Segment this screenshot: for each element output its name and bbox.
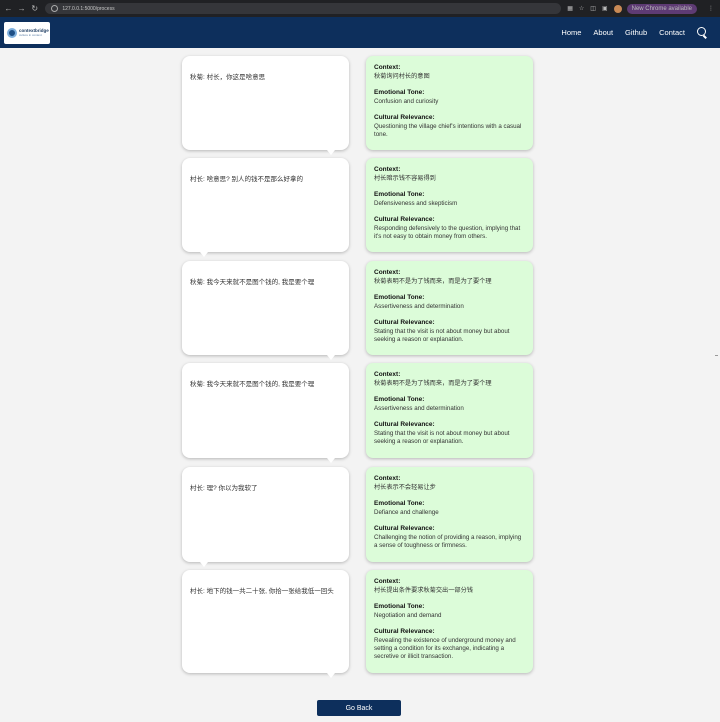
relevance-heading: Cultural Relevance: [374,421,435,428]
tone-heading: Emotional Tone: [374,89,425,96]
bubble-tail [327,458,335,463]
bubble-tail [200,562,208,567]
dialogue-line: 秋菊: 村长，你这是啥意思 [190,74,266,81]
relevance-value: Questioning the village chief's intentio… [374,123,522,138]
profile-avatar[interactable] [613,4,622,13]
dialogue-line: 秋菊: 我今天来就不是图个钱的, 我是要个理 [190,381,315,388]
context-heading: Context: [374,64,401,71]
tone-value: Defensiveness and skepticism [374,200,458,207]
tone-heading: Emotional Tone: [374,294,425,301]
dialogue-line: 秋菊: 我今天来就不是图个钱的, 我是要个理 [190,279,315,286]
globe-icon [7,28,17,38]
menu-dots-icon[interactable]: ⋮ [708,5,714,12]
relevance-value: Revealing the existence of underground m… [374,637,516,660]
dialogue-line: 村长: 理? 你以为我软了 [190,485,258,492]
relevance-value: Responding defensively to the question, … [374,225,521,240]
tone-value: Defiance and challenge [374,509,439,516]
nav-contact[interactable]: Contact [659,28,685,37]
scrollbar-hint [715,355,718,356]
main-nav: Home About Github Contact [561,17,720,48]
nav-github[interactable]: Github [625,28,647,37]
relevance-heading: Cultural Relevance: [374,216,435,223]
relevance-value: Stating that the visit is not about mone… [374,328,510,343]
analysis-card: Context: 村长暗示钱不容易得到 Emotional Tone: Defe… [366,158,533,252]
analysis-card: Context: 村长提出条件要求秋菊交出一部分钱 Emotional Tone… [366,570,533,673]
tone-heading: Emotional Tone: [374,603,425,610]
context-heading: Context: [374,371,401,378]
relevance-heading: Cultural Relevance: [374,628,435,635]
translate-icon[interactable]: ▦ [567,5,573,12]
relevance-value: Stating that the visit is not about mone… [374,430,510,445]
side-panel-icon[interactable]: ▣ [602,5,608,12]
context-value: 秋菊询问村长的意图 [374,73,430,80]
nav-about[interactable]: About [593,28,613,37]
dialogue-line: 村长: 地下的钱一共二十张, 你拾一张给我低一回头 [190,588,334,595]
dialogue-bubble: 村长: 地下的钱一共二十张, 你拾一张给我低一回头 [182,570,349,678]
dialogue-bubble: 秋菊: 我今天来就不是图个钱的, 我是要个理 [182,363,349,463]
context-heading: Context: [374,578,401,585]
address-bar[interactable]: 127.0.0.1:5000/process [45,3,562,14]
dialogue-bubble: 村长: 理? 你以为我软了 [182,467,349,567]
analysis-card: Context: 村长表示不会轻易让步 Emotional Tone: Defi… [366,467,533,562]
tone-value: Confusion and curiosity [374,98,439,105]
tone-heading: Emotional Tone: [374,396,425,403]
relevance-heading: Cultural Relevance: [374,319,435,326]
context-heading: Context: [374,269,401,276]
relevance-heading: Cultural Relevance: [374,525,435,532]
tone-value: Assertiveness and determination [374,405,464,412]
back-arrow-icon[interactable]: ← [4,4,13,14]
tone-value: Assertiveness and determination [374,303,464,310]
search-icon[interactable] [697,27,706,36]
context-value: 秋菊表明不是为了钱而来，而是为了要个理 [374,380,492,387]
forward-arrow-icon[interactable]: → [17,4,26,14]
update-chrome-button[interactable]: New Chrome available [626,3,698,14]
bubble-tail [327,355,335,360]
dialogue-line: 村长: 啥意思? 别人的钱不是那么好拿的 [190,176,304,183]
dialogue-bubble: 秋菊: 村长，你这是啥意思 [182,56,349,155]
bubble-tail [200,252,208,257]
tone-value: Negotiation and demand [374,612,442,619]
browser-toolbar: ← → ↻ 127.0.0.1:5000/process ▦ ☆ ◫ ▣ New… [0,0,720,17]
tone-heading: Emotional Tone: [374,191,425,198]
relevance-heading: Cultural Relevance: [374,114,435,121]
site-header: contextbridge culture in context Home Ab… [0,17,720,48]
analysis-card: Context: 秋菊表明不是为了钱而来，而是为了要个理 Emotional T… [366,261,533,355]
context-value: 村长暗示钱不容易得到 [374,175,436,182]
context-heading: Context: [374,166,401,173]
logo-tagline: culture in context [19,33,42,37]
extensions-icon[interactable]: ◫ [590,5,596,12]
dialogue-bubble: 秋菊: 我今天来就不是图个钱的, 我是要个理 [182,261,349,360]
context-heading: Context: [374,475,401,482]
nav-home[interactable]: Home [561,28,581,37]
bubble-tail [327,150,335,155]
dialogue-bubble: 村长: 啥意思? 别人的钱不是那么好拿的 [182,158,349,257]
analysis-card: Context: 秋菊表明不是为了钱而来，而是为了要个理 Emotional T… [366,363,533,458]
context-value: 村长提出条件要求秋菊交出一部分钱 [374,587,473,594]
context-value: 村长表示不会轻易让步 [374,484,436,491]
bookmark-star-icon[interactable]: ☆ [579,5,584,12]
url-text: 127.0.0.1:5000/process [62,5,115,12]
bubble-tail [327,673,335,678]
site-logo[interactable]: contextbridge culture in context [4,22,50,44]
context-value: 秋菊表明不是为了钱而来，而是为了要个理 [374,278,492,285]
analysis-card: Context: 秋菊询问村长的意图 Emotional Tone: Confu… [366,56,533,150]
relevance-value: Challenging the notion of providing a re… [374,534,522,549]
go-back-button[interactable]: Go Back [317,700,401,716]
tone-heading: Emotional Tone: [374,500,425,507]
site-info-icon[interactable] [51,5,59,12]
reload-icon[interactable]: ↻ [30,4,39,14]
